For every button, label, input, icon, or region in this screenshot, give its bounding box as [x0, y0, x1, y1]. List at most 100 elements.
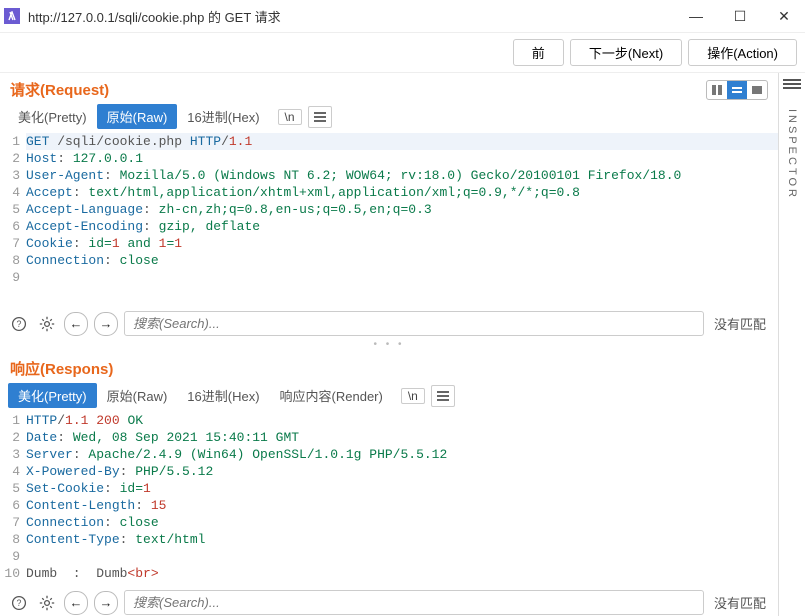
response-title: 响应(Respons) [10, 358, 768, 379]
response-pane: 响应(Respons) 美化(Pretty) 原始(Raw) 16进制(Hex)… [0, 352, 778, 616]
next-button[interactable]: 下一步(Next) [570, 39, 682, 66]
line-number: 7 [0, 235, 26, 252]
code-line[interactable]: 1GET /sqli/cookie.php HTTP/1.1 [0, 133, 778, 150]
request-newline-toggle[interactable]: \n [278, 109, 302, 125]
request-options-icon[interactable] [308, 106, 332, 128]
response-search-status: 没有匹配 [710, 593, 770, 612]
request-search-input[interactable] [124, 311, 704, 336]
line-number: 2 [0, 150, 26, 167]
response-tab-pretty[interactable]: 美化(Pretty) [8, 383, 97, 408]
line-content[interactable]: Cookie: id=1 and 1=1 [26, 235, 778, 252]
svg-text:?: ? [17, 319, 22, 329]
panes: 请求(Request) 美化(Pretty) 原始(Raw) 16进制(Hex)… [0, 73, 778, 616]
request-search-status: 没有匹配 [710, 314, 770, 333]
line-content[interactable]: Connection: close [26, 514, 778, 531]
maximize-button[interactable]: ☐ [727, 3, 753, 29]
line-content[interactable]: Set-Cookie: id=1 [26, 480, 778, 497]
line-number: 4 [0, 463, 26, 480]
line-number: 2 [0, 429, 26, 446]
code-line[interactable]: 4Accept: text/html,application/xhtml+xml… [0, 184, 778, 201]
line-content[interactable]: User-Agent: Mozilla/5.0 (Windows NT 6.2;… [26, 167, 778, 184]
code-line[interactable]: 2Host: 127.0.0.1 [0, 150, 778, 167]
back-button[interactable]: 前 [513, 39, 564, 66]
request-tab-pretty[interactable]: 美化(Pretty) [8, 104, 97, 129]
titlebar: http://127.0.0.1/sqli/cookie.php 的 GET 请… [0, 0, 805, 33]
line-content[interactable]: Date: Wed, 08 Sep 2021 15:40:11 GMT [26, 429, 778, 446]
line-content[interactable]: GET /sqli/cookie.php HTTP/1.1 [26, 133, 778, 150]
search-prev-icon[interactable]: ← [64, 312, 88, 336]
request-tabs: 美化(Pretty) 原始(Raw) 16进制(Hex) \n [0, 102, 778, 131]
gear-icon[interactable] [36, 592, 58, 614]
code-line[interactable]: 6Content-Length: 15 [0, 497, 778, 514]
line-content[interactable]: Accept-Encoding: gzip, deflate [26, 218, 778, 235]
search-next-icon[interactable]: → [94, 312, 118, 336]
code-line[interactable]: 3User-Agent: Mozilla/5.0 (Windows NT 6.2… [0, 167, 778, 184]
code-line[interactable]: 7Connection: close [0, 514, 778, 531]
inspector-toggle-icon[interactable] [783, 79, 801, 93]
line-number: 9 [0, 269, 26, 286]
code-line[interactable]: 7Cookie: id=1 and 1=1 [0, 235, 778, 252]
code-line[interactable]: 8Connection: close [0, 252, 778, 269]
line-number: 6 [0, 497, 26, 514]
request-editor[interactable]: 1GET /sqli/cookie.php HTTP/1.12Host: 127… [0, 131, 778, 305]
line-number: 8 [0, 531, 26, 548]
code-line[interactable]: 2Date: Wed, 08 Sep 2021 15:40:11 GMT [0, 429, 778, 446]
view-columns[interactable] [707, 81, 727, 99]
code-line[interactable]: 9 [0, 269, 778, 286]
line-content[interactable]: Content-Type: text/html [26, 531, 778, 548]
response-options-icon[interactable] [431, 385, 455, 407]
minimize-button[interactable]: — [683, 3, 709, 29]
inspector-label[interactable]: INSPECTOR [786, 109, 798, 200]
code-line[interactable]: 6Accept-Encoding: gzip, deflate [0, 218, 778, 235]
help-icon[interactable]: ? [8, 592, 30, 614]
action-button[interactable]: 操作(Action) [688, 39, 797, 66]
line-content[interactable]: Host: 127.0.0.1 [26, 150, 778, 167]
request-view-toggle [706, 80, 768, 100]
close-button[interactable]: ✕ [771, 3, 797, 29]
response-search-input[interactable] [124, 590, 704, 615]
line-number: 3 [0, 167, 26, 184]
response-editor[interactable]: 1HTTP/1.1 200 OK2Date: Wed, 08 Sep 2021 … [0, 410, 778, 584]
line-content[interactable]: Connection: close [26, 252, 778, 269]
search-next-icon[interactable]: → [94, 591, 118, 615]
line-content[interactable]: Accept-Language: zh-cn,zh;q=0.8,en-us;q=… [26, 201, 778, 218]
response-tab-render[interactable]: 响应内容(Render) [270, 383, 393, 408]
code-line[interactable]: 4X-Powered-By: PHP/5.5.12 [0, 463, 778, 480]
response-newline-toggle[interactable]: \n [401, 388, 425, 404]
response-tab-hex[interactable]: 16进制(Hex) [177, 383, 269, 408]
gear-icon[interactable] [36, 313, 58, 335]
line-number: 5 [0, 480, 26, 497]
code-line[interactable]: 1HTTP/1.1 200 OK [0, 412, 778, 429]
search-prev-icon[interactable]: ← [64, 591, 88, 615]
code-line[interactable]: 5Accept-Language: zh-cn,zh;q=0.8,en-us;q… [0, 201, 778, 218]
request-search-row: ? ← → 没有匹配 [0, 305, 778, 342]
line-content[interactable]: X-Powered-By: PHP/5.5.12 [26, 463, 778, 480]
line-content[interactable]: Dumb : Dumb<br> [26, 565, 778, 582]
code-line[interactable]: 8Content-Type: text/html [0, 531, 778, 548]
line-number: 5 [0, 201, 26, 218]
view-rows[interactable] [727, 81, 747, 99]
response-tabs: 美化(Pretty) 原始(Raw) 16进制(Hex) 响应内容(Render… [0, 381, 778, 410]
response-header-row: 响应(Respons) [0, 352, 778, 381]
view-single[interactable] [747, 81, 767, 99]
code-line[interactable]: 5Set-Cookie: id=1 [0, 480, 778, 497]
main: 请求(Request) 美化(Pretty) 原始(Raw) 16进制(Hex)… [0, 73, 805, 616]
line-content[interactable]: Accept: text/html,application/xhtml+xml,… [26, 184, 778, 201]
line-number: 3 [0, 446, 26, 463]
code-line[interactable]: 10Dumb : Dumb<br> [0, 565, 778, 582]
line-content[interactable] [26, 548, 778, 565]
top-toolbar: 前 下一步(Next) 操作(Action) [0, 33, 805, 73]
line-content[interactable] [26, 269, 778, 286]
request-pane: 请求(Request) 美化(Pretty) 原始(Raw) 16进制(Hex)… [0, 73, 778, 342]
pane-splitter[interactable]: • • • [0, 342, 778, 352]
request-title: 请求(Request) [10, 79, 706, 100]
line-content[interactable]: Server: Apache/2.4.9 (Win64) OpenSSL/1.0… [26, 446, 778, 463]
help-icon[interactable]: ? [8, 313, 30, 335]
line-content[interactable]: HTTP/1.1 200 OK [26, 412, 778, 429]
response-tab-raw[interactable]: 原始(Raw) [97, 383, 178, 408]
line-content[interactable]: Content-Length: 15 [26, 497, 778, 514]
request-tab-hex[interactable]: 16进制(Hex) [177, 104, 269, 129]
request-tab-raw[interactable]: 原始(Raw) [97, 104, 178, 129]
code-line[interactable]: 3Server: Apache/2.4.9 (Win64) OpenSSL/1.… [0, 446, 778, 463]
code-line[interactable]: 9 [0, 548, 778, 565]
